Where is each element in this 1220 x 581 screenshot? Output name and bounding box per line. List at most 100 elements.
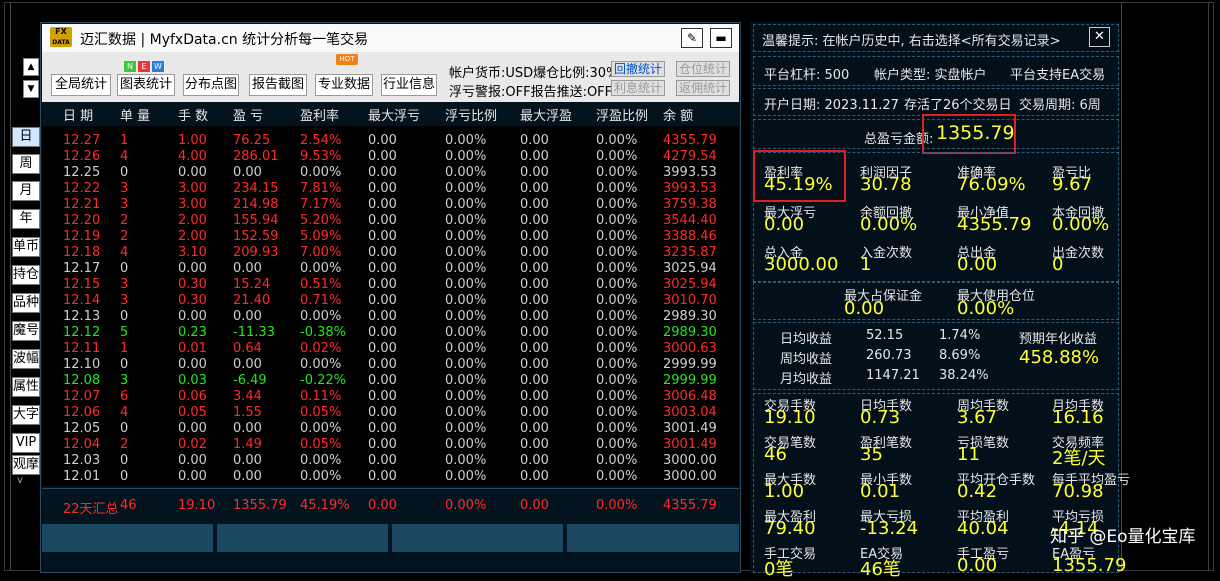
margin-max-value: 0.00: [844, 298, 885, 319]
col-float-loss-pct: 浮亏比例: [445, 109, 498, 124]
table-cell: 4: [120, 149, 129, 164]
tab-large-font[interactable]: 大字: [12, 405, 40, 425]
tab-attributes[interactable]: 属性: [12, 377, 40, 397]
table-cell: 7.81%: [300, 181, 342, 196]
trade-metric-value: 19.10: [764, 407, 816, 428]
table-cell: 0.00: [233, 165, 262, 180]
table-cell: 0.00: [368, 149, 397, 164]
table-cell: 155.94: [233, 213, 279, 228]
table-cell: 0.00: [520, 373, 549, 388]
col-return: 盈利率: [300, 109, 340, 124]
table-cell: 0.00: [368, 261, 397, 276]
col-max-float-profit: 最大浮盈: [520, 109, 573, 124]
table-cell: 0.23: [178, 325, 207, 340]
trade-metric-value: 16.16: [1052, 407, 1104, 428]
ea-support: 平台支持EA交易: [1010, 68, 1106, 83]
table-cell: 3006.48: [663, 389, 717, 404]
table-cell: 0.00%: [596, 277, 638, 292]
table-cell: 3025.94: [663, 261, 717, 276]
table-cell: 0.00: [520, 469, 549, 484]
edit-icon[interactable]: ✎: [681, 28, 703, 48]
side-expand-icon[interactable]: v: [17, 475, 23, 486]
tab-week[interactable]: 周: [12, 154, 40, 174]
table-cell: 0.00: [233, 469, 262, 484]
scroll-up-button[interactable]: ▲: [23, 58, 39, 76]
earning-amount: 52.15: [866, 328, 904, 343]
pro-data-button[interactable]: 专业数据: [315, 74, 373, 96]
industry-info-button[interactable]: 行业信息: [381, 74, 437, 96]
table-cell: 0.00%: [445, 453, 487, 468]
tab-symbols[interactable]: 品种: [12, 293, 40, 313]
table-cell: 0.00%: [445, 357, 487, 372]
col-float-profit-pct: 浮盈比例: [596, 109, 649, 124]
table-cell: 0.00%: [596, 181, 638, 196]
earning-amount: 1147.21: [866, 368, 920, 383]
table-cell: 0.00%: [300, 309, 342, 324]
table-cell: 3.00: [178, 181, 207, 196]
table-cell: 2: [120, 229, 129, 244]
table-cell: 286.01: [233, 149, 279, 164]
table-cell: 3.10: [178, 245, 207, 260]
table-cell: 1.49: [233, 437, 262, 452]
trade-metric-value: 1.00: [764, 481, 805, 502]
table-cell: 0.00%: [445, 261, 487, 276]
global-stats-button[interactable]: 全局统计: [51, 74, 111, 96]
leverage: 平台杠杆: 500: [764, 68, 850, 83]
tab-holdings[interactable]: 持仓: [12, 265, 40, 285]
commission-stats-button[interactable]: 返佣统计: [676, 80, 731, 96]
table-cell: 12.12: [63, 325, 101, 340]
trade-metric-value: -13.24: [860, 518, 919, 539]
table-cell: 0.00%: [300, 469, 342, 484]
metric-value: 76.09%: [957, 174, 1026, 195]
trade-metric-value: 0.73: [860, 407, 901, 428]
table-cell: 0.00: [368, 181, 397, 196]
interest-stats-button[interactable]: 利息统计: [611, 80, 666, 96]
table-cell: 0.00%: [445, 293, 487, 308]
table-cell: -6.49: [233, 373, 267, 388]
table-cell: 0.00: [520, 133, 549, 148]
table-cell: 0: [120, 453, 129, 468]
drawdown-stats-button[interactable]: 回撤统计: [611, 61, 666, 77]
tab-volatility[interactable]: 波幅: [12, 349, 40, 369]
summary-cell: 0.00%: [445, 498, 487, 513]
tab-month[interactable]: 月: [12, 181, 40, 201]
table-cell: 0.00: [178, 469, 207, 484]
divider: [42, 488, 739, 489]
table-cell: 0.00: [233, 357, 262, 372]
scroll-down-button[interactable]: ▼: [23, 80, 39, 98]
table-cell: 209.93: [233, 245, 279, 260]
distribution-chart-button[interactable]: 分布点图: [183, 74, 239, 96]
tab-vip[interactable]: VIP: [12, 433, 40, 453]
summary-cell: 4355.79: [663, 498, 717, 513]
table-cell: 3000.00: [663, 453, 717, 468]
tab-magic[interactable]: 魔号: [12, 321, 40, 341]
metric-value: 4355.79: [957, 214, 1032, 235]
col-balance: 余 额: [663, 109, 694, 124]
table-cell: 3000.63: [663, 341, 717, 356]
table-cell: 12.19: [63, 229, 101, 244]
tab-day[interactable]: 日: [12, 127, 40, 147]
table-cell: 0.00: [520, 277, 549, 292]
table-cell: 0.00%: [596, 325, 638, 340]
trade-metric-value: 35: [860, 444, 883, 465]
table-cell: 0.00: [233, 421, 262, 436]
chart-stats-button[interactable]: 图表统计: [117, 74, 175, 96]
table-cell: 0.00: [368, 437, 397, 452]
table-cell: 3759.38: [663, 197, 717, 212]
minimize-button[interactable]: ▬: [710, 28, 732, 48]
summary-cell: 46: [120, 498, 137, 513]
survived-days: 存活了26个交易日: [904, 98, 1012, 113]
close-icon[interactable]: ✕: [1089, 27, 1110, 47]
tab-watch[interactable]: 观摩: [12, 455, 40, 475]
tab-year[interactable]: 年: [12, 209, 40, 229]
tab-currency[interactable]: 单币: [12, 237, 40, 257]
table-cell: 0.00: [233, 309, 262, 324]
position-stats-button[interactable]: 仓位统计: [676, 61, 731, 77]
report-screenshot-button[interactable]: 报告截图: [249, 74, 307, 96]
table-cell: 0.00: [368, 165, 397, 180]
hot-badge: HOT: [336, 54, 358, 65]
table-cell: 0.00%: [596, 165, 638, 180]
new-badge-w: W: [152, 61, 164, 72]
account-type: 帐户类型: 实盘帐户: [874, 68, 987, 83]
table-cell: 0.00%: [445, 197, 487, 212]
